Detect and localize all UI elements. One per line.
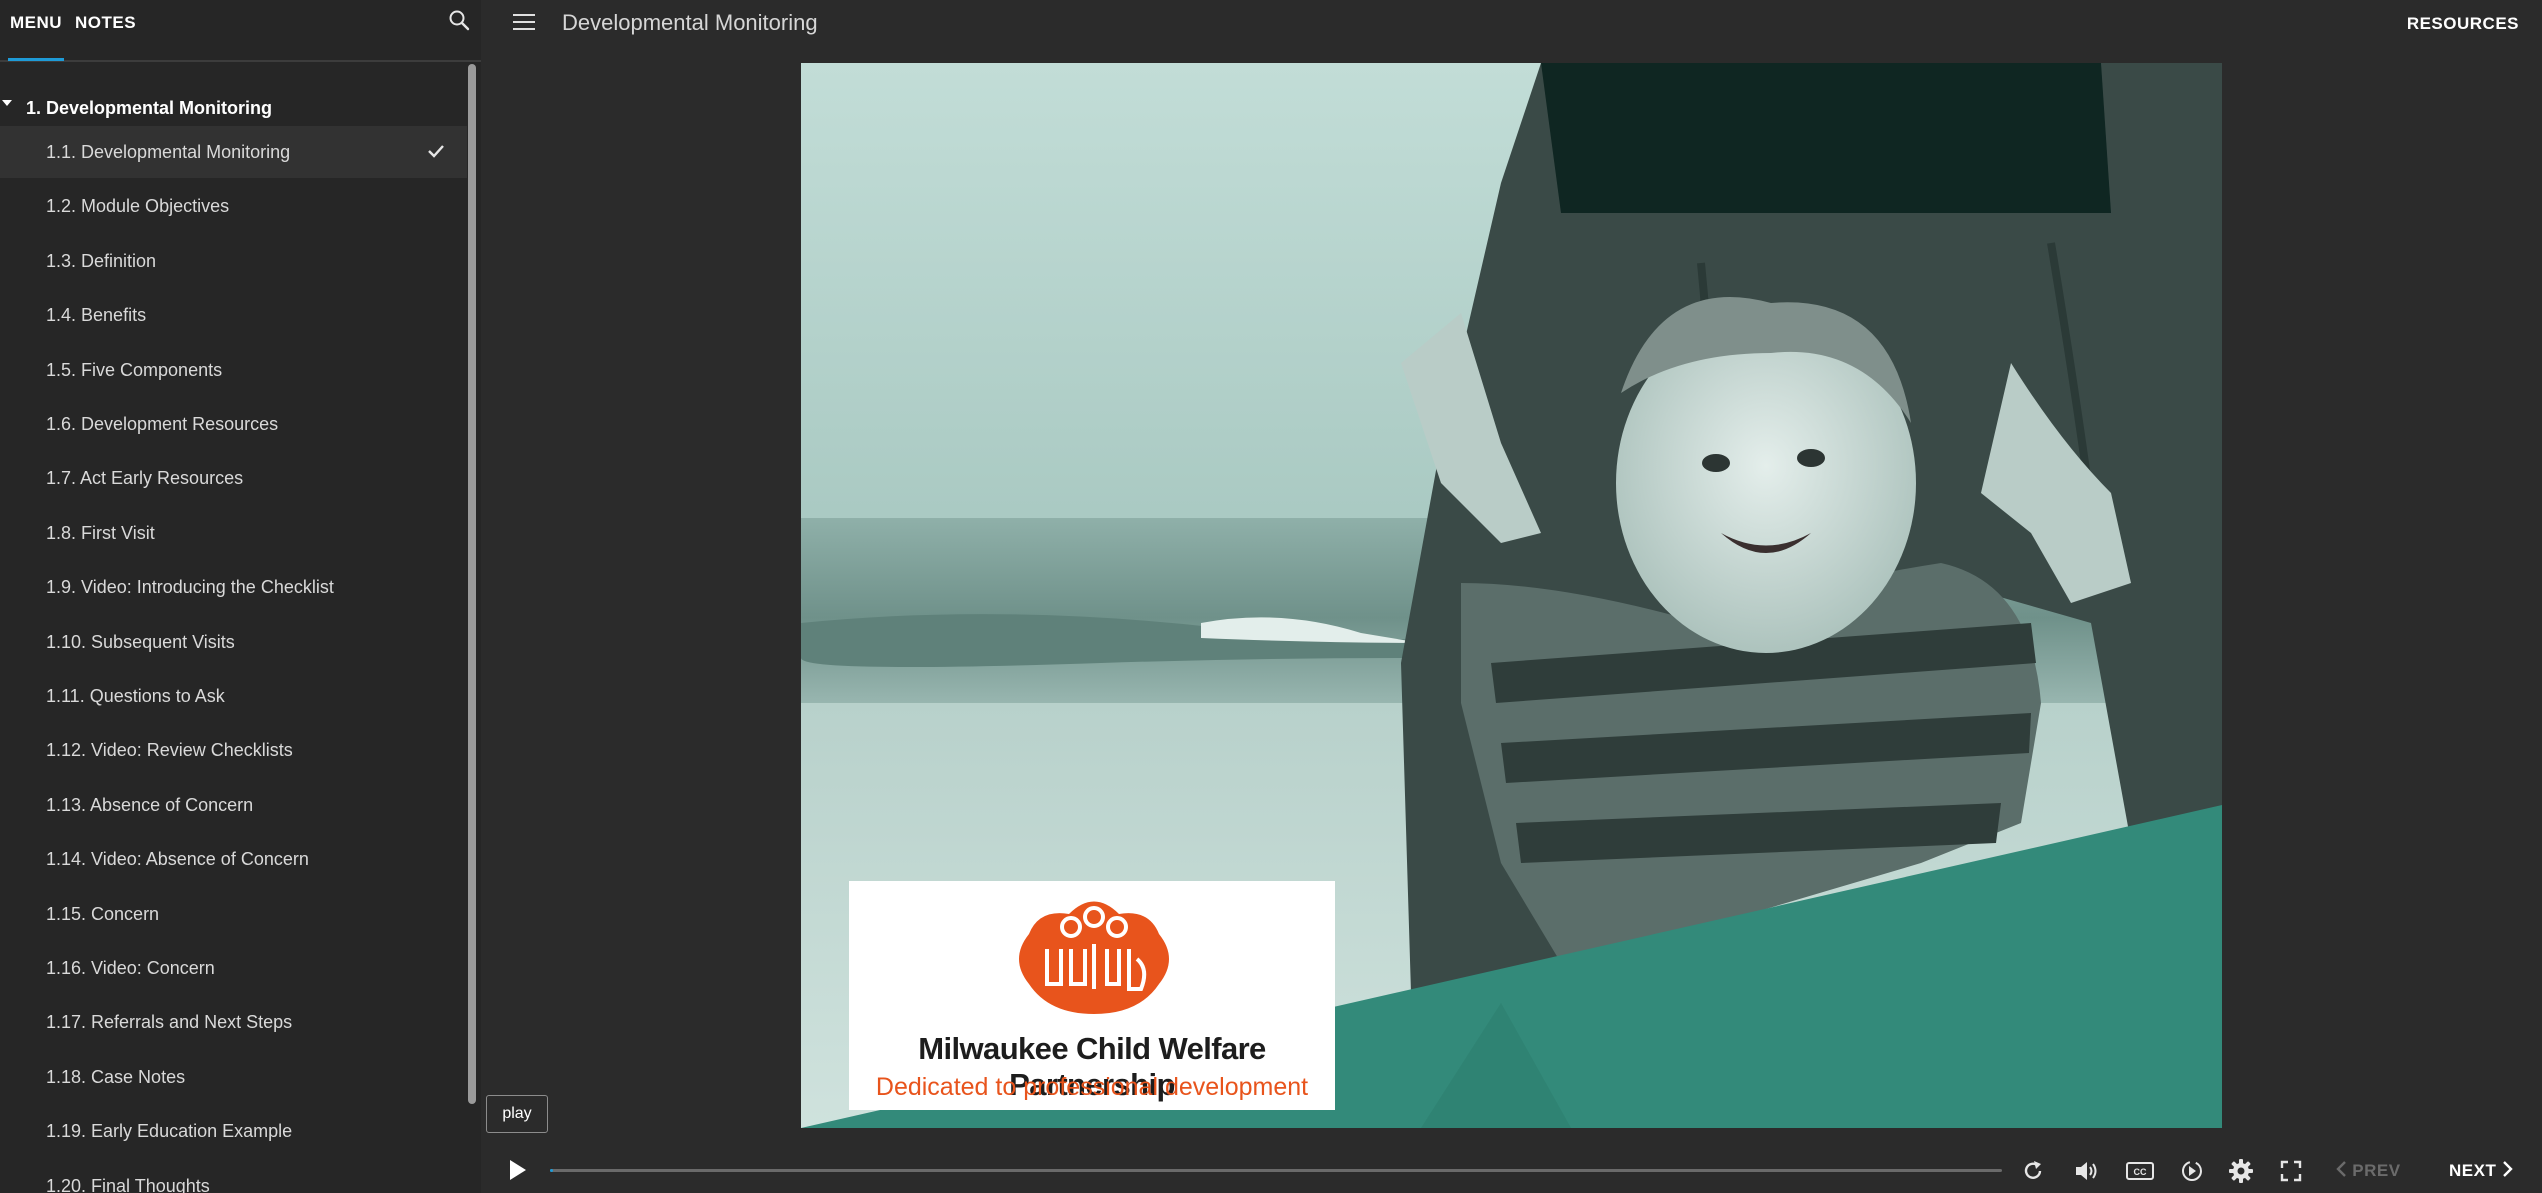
tab-notes[interactable]: NOTES bbox=[75, 13, 136, 33]
replay-icon[interactable] bbox=[2020, 1158, 2046, 1184]
outline-item-label: 1.15. Concern bbox=[46, 903, 160, 924]
chevron-left-icon bbox=[2336, 1161, 2346, 1177]
outline-item-label: 1.5. Five Components bbox=[46, 359, 223, 380]
outline-item[interactable]: 1.18. Case Notes bbox=[0, 1051, 468, 1103]
svg-text:CC: CC bbox=[2134, 1167, 2147, 1177]
outline-section-title: 1. Developmental Monitoring bbox=[26, 98, 273, 118]
volume-icon[interactable] bbox=[2073, 1158, 2099, 1184]
outline-item-label: 1.8. First Visit bbox=[46, 522, 155, 543]
outline-item-label: 1.7. Act Early Resources bbox=[46, 468, 244, 489]
outline-section-header[interactable]: 1. Developmental Monitoring bbox=[0, 84, 468, 118]
outline-item[interactable]: 1.7. Act Early Resources bbox=[0, 452, 468, 504]
outline-item-label: 1.14. Video: Absence of Concern bbox=[46, 849, 309, 870]
sidebar: MENU NOTES 1. Developmental Monitoring 1… bbox=[0, 0, 481, 1193]
checkmark-icon bbox=[428, 145, 444, 158]
sidebar-scrollbar[interactable] bbox=[467, 62, 477, 1193]
outline-item-label: 1.11. Questions to Ask bbox=[46, 686, 225, 706]
tab-menu[interactable]: MENU bbox=[10, 13, 62, 33]
sidebar-scroll-thumb[interactable] bbox=[468, 64, 476, 1104]
play-tooltip: play bbox=[486, 1095, 548, 1133]
sidebar-tabs: MENU NOTES bbox=[0, 0, 481, 62]
outline-item[interactable]: 1.19. Early Education Example bbox=[0, 1105, 468, 1157]
outline-item-label: 1.1. Developmental Monitoring bbox=[46, 142, 291, 162]
play-icon[interactable] bbox=[505, 1158, 529, 1182]
outline-item[interactable]: 1.12. Video: Review Checklists bbox=[0, 724, 468, 776]
outline-item[interactable]: 1.6. Development Resources bbox=[0, 398, 468, 450]
outline-item-label: 1.16. Video: Concern bbox=[46, 958, 215, 978]
resources-button[interactable]: RESOURCES bbox=[2407, 14, 2519, 34]
outline-item[interactable]: 1.4. Benefits bbox=[0, 289, 468, 341]
outline-item-label: 1.4. Benefits bbox=[46, 305, 147, 326]
outline-item-label: 1.13. Absence of Concern bbox=[46, 794, 254, 815]
chevron-right-icon bbox=[2502, 1161, 2513, 1177]
prev-button[interactable]: PREV bbox=[2335, 1160, 2401, 1181]
outline-item-label: 1.19. Early Education Example bbox=[46, 1121, 293, 1142]
closed-captions-icon[interactable]: CC bbox=[2125, 1158, 2155, 1184]
page-title: Developmental Monitoring bbox=[562, 10, 818, 35]
next-label: NEXT bbox=[2449, 1161, 2497, 1180]
playbar: CC PREV NEXT bbox=[481, 1148, 2542, 1193]
outline-item[interactable]: 1.5. Five Components bbox=[0, 344, 468, 396]
playback-rate-icon[interactable] bbox=[2179, 1158, 2205, 1184]
outline-item[interactable]: 1.15. Concern bbox=[0, 888, 468, 940]
search-icon[interactable] bbox=[448, 9, 470, 31]
caret-down-icon bbox=[2, 100, 12, 106]
outline-item-label: 1.12. Video: Review Checklists bbox=[46, 740, 293, 761]
outline-item[interactable]: 1.11. Questions to Ask bbox=[0, 670, 468, 722]
mcwp-logo-icon bbox=[1019, 901, 1169, 1014]
top-bar: Developmental Monitoring RESOURCES bbox=[481, 0, 2542, 44]
slide-stage: Milwaukee Child Welfare Partnership Dedi… bbox=[801, 63, 2222, 1128]
outline-item[interactable]: 1.13. Absence of Concern bbox=[0, 779, 468, 831]
outline-item-label: 1.6. Development Resources bbox=[46, 414, 279, 434]
outline-item-label: 1.10. Subsequent Visits bbox=[46, 631, 235, 652]
outline-item-label: 1.3. Definition bbox=[46, 250, 157, 271]
next-button[interactable]: NEXT bbox=[2449, 1160, 2514, 1181]
seek-bar-progress bbox=[550, 1169, 553, 1172]
outline-item-label: 1.20. Final Thoughts bbox=[46, 1175, 210, 1193]
outline-item-label: 1.2. Module Objectives bbox=[46, 196, 230, 217]
seek-bar[interactable] bbox=[550, 1169, 2002, 1172]
outline-item-label: 1.18. Case Notes bbox=[46, 1066, 186, 1087]
fullscreen-icon[interactable] bbox=[2278, 1158, 2304, 1184]
outline-item[interactable]: 1.10. Subsequent Visits bbox=[0, 616, 468, 668]
outline-item[interactable]: 1.9. Video: Introducing the Checklist bbox=[0, 561, 468, 613]
hamburger-icon[interactable] bbox=[513, 12, 537, 32]
prev-label: PREV bbox=[2352, 1161, 2401, 1180]
outline-item[interactable]: 1.14. Video: Absence of Concern bbox=[0, 833, 468, 885]
outline-item[interactable]: 1.3. Definition bbox=[0, 235, 468, 287]
logo-box: Milwaukee Child Welfare Partnership Dedi… bbox=[849, 881, 1335, 1110]
outline-item[interactable]: 1.8. First Visit bbox=[0, 507, 468, 559]
active-tab-indicator bbox=[8, 58, 64, 61]
settings-icon[interactable] bbox=[2228, 1158, 2254, 1184]
outline-item-label: 1.17. Referrals and Next Steps bbox=[46, 1012, 293, 1033]
outline-item[interactable]: 1.17. Referrals and Next Steps bbox=[0, 996, 468, 1048]
outline-item[interactable]: 1.20. Final Thoughts bbox=[0, 1160, 468, 1193]
logo-tagline: Dedicated to professional development bbox=[875, 1073, 1309, 1101]
outline-item[interactable]: 1.1. Developmental Monitoring bbox=[0, 126, 468, 178]
outline-item[interactable]: 1.2. Module Objectives bbox=[0, 180, 468, 232]
outline-item-label: 1.9. Video: Introducing the Checklist bbox=[46, 577, 334, 598]
outline-item[interactable]: 1.16. Video: Concern bbox=[0, 942, 468, 994]
